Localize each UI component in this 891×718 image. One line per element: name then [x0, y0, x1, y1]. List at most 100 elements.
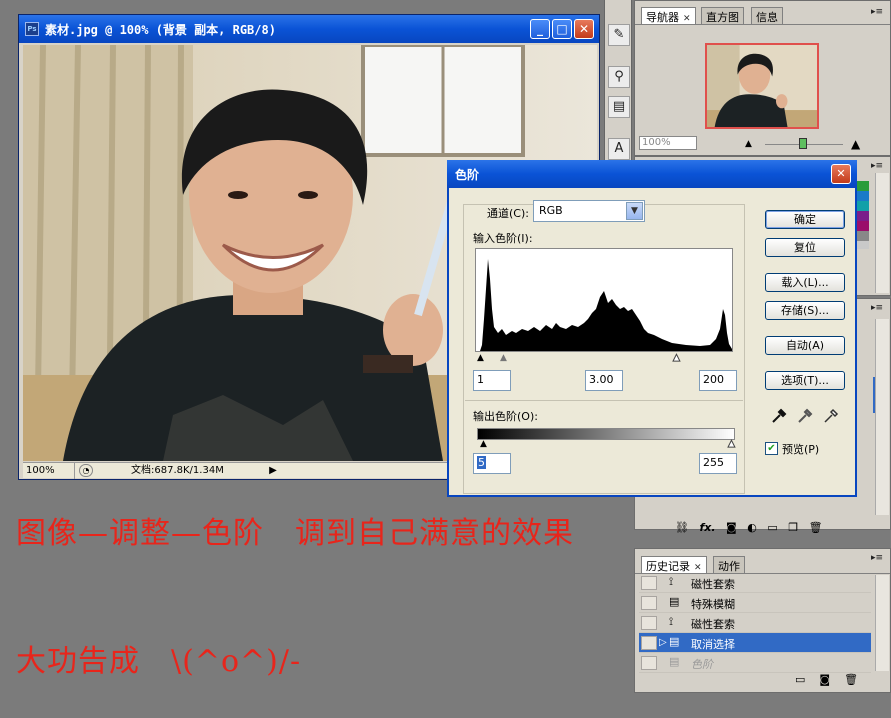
- document-icon: ▤: [669, 635, 680, 648]
- document-icon: ▤: [669, 655, 680, 668]
- new-layer-icon[interactable]: ❐: [788, 521, 798, 534]
- zoom-field[interactable]: 100%: [23, 463, 75, 479]
- status-arrow-icon[interactable]: ▶: [267, 464, 279, 478]
- options-button[interactable]: 选项(T)...: [765, 371, 845, 390]
- input-gamma-slider[interactable]: ▲: [500, 353, 507, 363]
- ok-button[interactable]: 确定: [765, 210, 845, 229]
- tab-actions-label: 动作: [718, 560, 740, 573]
- input-white-slider[interactable]: ▲: [673, 353, 681, 364]
- zoom-out-icon[interactable]: ▲: [745, 139, 752, 149]
- chevron-down-icon[interactable]: ▼: [626, 202, 643, 220]
- panel-menu-icon[interactable]: ▸≡: [871, 553, 883, 563]
- white-eyedropper-icon[interactable]: [823, 408, 839, 424]
- status-menu-icon[interactable]: ◔: [79, 464, 93, 477]
- add-mask-icon[interactable]: ◙: [726, 521, 737, 534]
- gray-eyedropper-icon[interactable]: [797, 408, 813, 424]
- reset-button[interactable]: 复位: [765, 238, 845, 257]
- levels-title-bar[interactable]: 色阶 ✕: [447, 160, 857, 188]
- new-group-icon[interactable]: ▭: [767, 521, 777, 534]
- new-document-icon[interactable]: ▭: [795, 673, 805, 686]
- swatch-colors[interactable]: [857, 181, 869, 249]
- zoom-in-icon[interactable]: ▲: [851, 137, 860, 151]
- tab-info-label: 信息: [756, 11, 778, 24]
- tab-navigator[interactable]: 导航器 ✕: [641, 7, 696, 24]
- document-size-info: 文档:687.8K/1.34M: [131, 465, 224, 476]
- swatches-scrollbar[interactable]: [875, 173, 889, 293]
- history-item-label: 色阶: [691, 658, 713, 671]
- panel-menu-icon[interactable]: ▸≡: [871, 7, 883, 17]
- panel-menu-icon[interactable]: ▸≡: [871, 303, 883, 313]
- history-item[interactable]: ▤ 特殊模糊: [639, 593, 871, 613]
- adjustment-layer-icon[interactable]: ◐: [747, 521, 757, 534]
- document-icon: ▤: [669, 595, 680, 608]
- trash-icon[interactable]: 🗑: [844, 673, 858, 686]
- history-item-label: 特殊模糊: [691, 598, 735, 611]
- character-icon[interactable]: A: [608, 138, 630, 160]
- input-gamma-field[interactable]: 3.00: [585, 370, 623, 391]
- output-levels-label: 输出色阶(O):: [473, 410, 538, 423]
- output-white-slider[interactable]: ▲: [728, 439, 736, 450]
- history-item-label: 磁性套索: [691, 578, 735, 591]
- tab-actions[interactable]: 动作: [713, 556, 745, 573]
- history-item-undone[interactable]: ▤ 色阶: [639, 653, 871, 673]
- output-white-field[interactable]: 255: [699, 453, 737, 474]
- history-item-selected[interactable]: ▷ ▤ 取消选择: [639, 633, 871, 653]
- input-white-field[interactable]: 200: [699, 370, 737, 391]
- history-item[interactable]: ⟟ 磁性套索: [639, 613, 871, 633]
- trash-icon[interactable]: 🗑: [809, 521, 823, 534]
- output-black-slider[interactable]: ▲: [480, 439, 487, 449]
- photoshop-icon: Ps: [25, 22, 39, 36]
- history-item-label: 磁性套索: [691, 618, 735, 631]
- tab-history-label: 历史记录: [646, 560, 690, 573]
- save-button[interactable]: 存储(S)...: [765, 301, 845, 320]
- levels-close-button[interactable]: ✕: [831, 164, 851, 184]
- document-title: 素材.jpg @ 100% (背景 副本, RGB/8): [45, 23, 276, 37]
- history-item-label: 取消选择: [691, 638, 735, 651]
- history-scrollbar[interactable]: [875, 575, 889, 671]
- tab-history[interactable]: 历史记录 ✕: [641, 556, 707, 573]
- output-black-value: 5: [477, 456, 486, 469]
- maximize-button[interactable]: □: [552, 19, 572, 39]
- panel-menu-icon[interactable]: ▸≡: [871, 161, 883, 171]
- levels-dialog: 色阶 ✕ 通道(C): RGB ▼ 输入色阶(I): ▲ ▲ ▲ 1 3.00 …: [447, 160, 857, 497]
- input-levels-label: 输入色阶(I):: [473, 232, 533, 245]
- input-black-field[interactable]: 1: [473, 370, 511, 391]
- preview-checkbox[interactable]: ✔: [765, 442, 778, 455]
- panel-tool-strip: ✎ ⚲ ▤ A: [604, 0, 632, 160]
- navigator-zoom-field[interactable]: 100%: [639, 136, 697, 150]
- channel-value: RGB: [539, 204, 563, 217]
- tool-presets-icon[interactable]: ✎: [608, 24, 630, 46]
- tab-histogram[interactable]: 直方图: [701, 7, 744, 24]
- preview-label: 预览(P): [782, 443, 820, 456]
- tab-info[interactable]: 信息: [751, 7, 783, 24]
- zoom-slider-handle[interactable]: [799, 138, 807, 149]
- clone-source-icon[interactable]: ▤: [608, 96, 630, 118]
- tab-navigator-label: 导航器: [646, 11, 679, 24]
- input-black-slider[interactable]: ▲: [477, 353, 484, 363]
- brush-icon[interactable]: ⚲: [608, 66, 630, 88]
- history-state-marker-icon: ▷: [659, 637, 667, 648]
- layer-style-icon[interactable]: fx.: [699, 521, 715, 534]
- caption-instructions: 图像—调整—色阶 调到自己满意的效果: [16, 516, 574, 551]
- navigator-thumbnail[interactable]: [705, 43, 819, 129]
- output-black-field[interactable]: 5: [473, 453, 511, 474]
- load-button[interactable]: 载入(L)...: [765, 273, 845, 292]
- caption-done: 大功告成 \(^o^)/-: [16, 644, 302, 679]
- link-layers-icon[interactable]: ⛓: [675, 521, 689, 534]
- document-title-bar[interactable]: Ps 素材.jpg @ 100% (背景 副本, RGB/8) _ □ ✕: [19, 15, 599, 43]
- lasso-icon: ⟟: [669, 615, 674, 628]
- history-footer: ▭ ◙ 🗑: [795, 673, 858, 686]
- navigator-panel: ▸≡ 导航器 ✕ 直方图 信息 100% ▲ ▲: [634, 0, 891, 156]
- history-item[interactable]: ⟟ 磁性套索: [639, 573, 871, 593]
- history-panel: ▸≡ 历史记录 ✕ 动作 ⟟ 磁性套索 ▤ 特殊模糊 ⟟ 磁性套索 ▷ ▤ 取消选…: [634, 548, 891, 693]
- channel-select[interactable]: RGB ▼: [533, 200, 645, 222]
- minimize-button[interactable]: _: [530, 19, 550, 39]
- black-eyedropper-icon[interactable]: [771, 408, 787, 424]
- snapshot-icon[interactable]: ◙: [819, 673, 830, 686]
- close-button[interactable]: ✕: [574, 19, 594, 39]
- histogram: [475, 248, 733, 352]
- layers-scrollbar[interactable]: [875, 319, 889, 515]
- channel-label: 通道(C):: [485, 205, 531, 221]
- auto-button[interactable]: 自动(A): [765, 336, 845, 355]
- layers-footer: ⛓ fx. ◙ ◐ ▭ ❐ 🗑: [675, 521, 823, 535]
